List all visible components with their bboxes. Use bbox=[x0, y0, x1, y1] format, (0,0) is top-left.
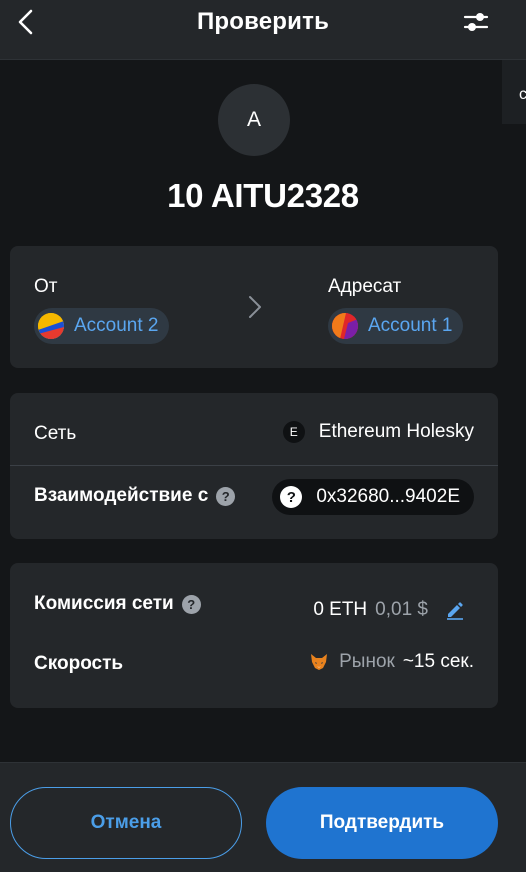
to-label: Адресат bbox=[328, 276, 402, 297]
advanced-settings-button[interactable] bbox=[460, 6, 492, 38]
network-card: Сеть E Ethereum Holesky Взаимодействие с… bbox=[10, 393, 498, 539]
network-name: Ethereum Holesky bbox=[318, 421, 474, 442]
account-2-avatar-icon bbox=[38, 313, 64, 339]
cancel-button[interactable]: Отмена bbox=[10, 787, 242, 859]
network-fee-label: Комиссия сети bbox=[34, 593, 174, 614]
footer-bar: Отмена Подтвердить bbox=[0, 762, 526, 872]
page-title: Проверить bbox=[196, 8, 330, 35]
transfer-amount: 10 AITU2328 bbox=[167, 177, 359, 214]
speed-type: Рынок bbox=[339, 651, 395, 672]
fee-card: Комиссия сети ? 0 ETH 0,01 $ Скорость Ры… bbox=[10, 563, 498, 708]
arrow-right-icon bbox=[249, 296, 261, 318]
info-icon[interactable]: ? bbox=[216, 486, 236, 506]
ethereum-network-icon: E bbox=[282, 421, 305, 443]
to-account-pill[interactable]: Account 1 bbox=[328, 308, 463, 344]
sliders-icon bbox=[463, 13, 489, 31]
network-label: Сеть bbox=[34, 423, 77, 444]
contract-address-pill[interactable]: ? 0x32680...9402E bbox=[272, 479, 474, 515]
info-icon[interactable]: ? bbox=[181, 594, 201, 614]
speed-time: ~15 сек. bbox=[402, 651, 474, 672]
divider bbox=[10, 465, 498, 466]
pencil-icon bbox=[447, 602, 463, 620]
speed-label: Скорость bbox=[34, 653, 124, 674]
fee-usd-value: 0,01 $ bbox=[375, 599, 428, 620]
fee-eth-value: 0 ETH bbox=[313, 599, 368, 620]
fee-label-row: Комиссия сети ? bbox=[34, 593, 201, 615]
to-account-name: Account 1 bbox=[368, 315, 453, 336]
interaction-label: Взаимодействие с bbox=[34, 485, 209, 506]
fox-icon bbox=[311, 654, 328, 670]
token-avatar: A bbox=[218, 84, 290, 156]
header-bar: Проверить bbox=[0, 0, 526, 60]
from-label: От bbox=[34, 276, 58, 297]
interaction-label-row: Взаимодействие с ? bbox=[34, 485, 236, 507]
fee-value-row: 0 ETH 0,01 $ bbox=[313, 599, 466, 621]
account-1-avatar-icon bbox=[332, 313, 358, 339]
confirm-button[interactable]: Подтвердить bbox=[266, 787, 498, 859]
unknown-contract-icon: ? bbox=[280, 486, 303, 508]
edit-fee-button[interactable] bbox=[444, 599, 466, 621]
side-panel-edge-text: с bbox=[519, 86, 526, 103]
from-account-name: Account 2 bbox=[74, 315, 159, 336]
network-value: E Ethereum Holesky bbox=[282, 421, 474, 443]
from-account-pill[interactable]: Account 2 bbox=[34, 308, 169, 344]
accounts-card: От Account 2 Адресат Account 1 bbox=[10, 246, 498, 368]
speed-value-row: Рынок ~15 сек. bbox=[309, 651, 474, 673]
contract-address: 0x32680...9402E bbox=[316, 486, 460, 507]
